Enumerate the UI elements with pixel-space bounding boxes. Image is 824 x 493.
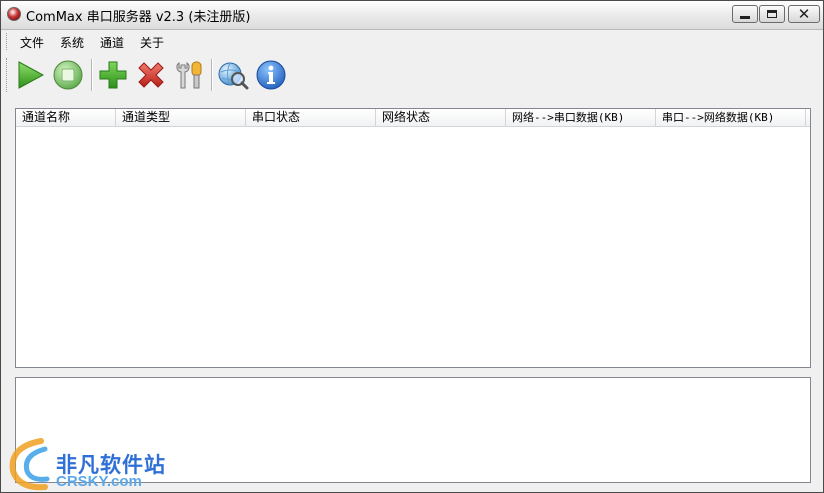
settings-button[interactable] — [172, 58, 206, 92]
toolbar-separator — [91, 59, 93, 91]
delete-channel-button[interactable] — [134, 58, 168, 92]
info-icon — [256, 60, 286, 90]
close-icon: ✕ — [797, 4, 811, 23]
maximize-button[interactable] — [759, 5, 785, 23]
app-icon[interactable] — [7, 7, 21, 21]
title-bar[interactable]: ComMax 串口服务器 v2.3 (未注册版) ✕ — [1, 1, 823, 30]
menu-grip[interactable] — [6, 33, 9, 50]
toolbar-separator — [211, 59, 213, 91]
delete-icon — [138, 62, 164, 88]
maximize-icon — [767, 10, 777, 18]
stop-icon — [53, 60, 83, 90]
add-icon — [99, 61, 127, 89]
network-search-button[interactable] — [216, 58, 250, 92]
about-info-button[interactable] — [254, 58, 288, 92]
watermark-url: CRSKY.com — [56, 473, 142, 490]
channel-list[interactable]: 通道名称 通道类型 串口状态 网络状态 网络-->串口数据(KB) 串口-->网… — [15, 108, 811, 368]
window-title: ComMax 串口服务器 v2.3 (未注册版) — [26, 10, 251, 25]
menu-file[interactable]: 文件 — [20, 34, 44, 51]
app-window: ComMax 串口服务器 v2.3 (未注册版) ✕ 文件 系统 通道 关于 通… — [0, 0, 824, 493]
column-channel-name[interactable]: 通道名称 — [16, 109, 116, 126]
column-channel-type[interactable]: 通道类型 — [116, 109, 246, 126]
column-net-to-serial[interactable]: 网络-->串口数据(KB) — [506, 109, 656, 126]
start-button[interactable] — [13, 58, 47, 92]
settings-tools-icon — [176, 61, 202, 89]
stop-button[interactable] — [51, 58, 85, 92]
column-network-status[interactable]: 网络状态 — [376, 109, 506, 126]
play-icon — [18, 61, 45, 89]
add-channel-button[interactable] — [96, 58, 130, 92]
network-search-icon — [218, 62, 249, 90]
menu-about[interactable]: 关于 — [140, 34, 164, 51]
menu-channel[interactable]: 通道 — [100, 34, 124, 51]
close-button[interactable]: ✕ — [788, 5, 820, 23]
minimize-button[interactable] — [732, 5, 758, 23]
toolbar-grip[interactable] — [6, 58, 9, 92]
column-serial-status[interactable]: 串口状态 — [246, 109, 376, 126]
menu-bar: 文件 系统 通道 关于 — [1, 30, 823, 52]
toolbar — [1, 53, 823, 97]
minimize-icon — [740, 15, 750, 19]
menu-system[interactable]: 系统 — [60, 34, 84, 51]
column-serial-to-net[interactable]: 串口-->网络数据(KB) — [656, 109, 806, 126]
channel-list-header: 通道名称 通道类型 串口状态 网络状态 网络-->串口数据(KB) 串口-->网… — [16, 109, 810, 127]
